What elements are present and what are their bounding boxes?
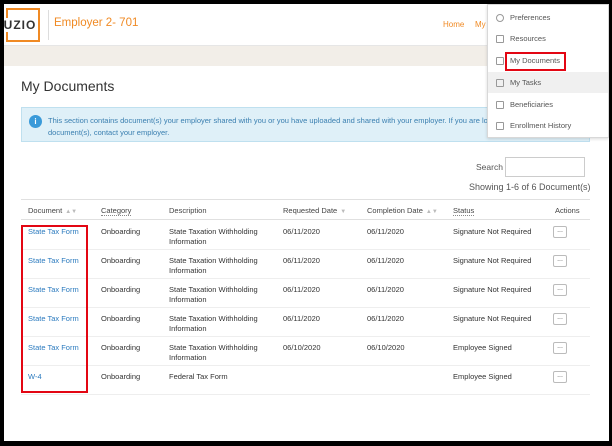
table-row: State Tax Form Onboarding State Taxation… (21, 279, 590, 308)
requested-date-cell: 06/11/2020 (283, 314, 320, 323)
menu-item-label: Beneficiaries (510, 100, 553, 109)
menu-item-beneficiaries[interactable]: Beneficiaries (488, 94, 608, 115)
nav-my-menu[interactable]: My (475, 20, 486, 29)
row-actions-button[interactable]: ... (553, 342, 567, 354)
row-actions-button[interactable]: ... (553, 371, 567, 383)
completion-date-cell: 06/10/2020 (367, 343, 405, 352)
uzio-logo[interactable]: UZIO (4, 8, 40, 42)
requested-date-cell: 06/10/2020 (283, 343, 321, 352)
status-cell: Signature Not Required (453, 256, 532, 265)
completion-date-cell: 06/11/2020 (367, 256, 404, 265)
col-requested-header[interactable]: Requested Date ▼ (283, 206, 346, 215)
lightbulb-icon: i (29, 115, 42, 128)
showing-count: Showing 1-6 of 6 Document(s) (469, 182, 591, 192)
menu-item-label: Preferences (510, 13, 551, 22)
document-column-highlight (21, 225, 88, 393)
description-cell: State Taxation Withholding Information (169, 285, 258, 304)
info-text-line1: This section contains document(s) your e… (48, 116, 492, 125)
category-cell: Onboarding (101, 343, 141, 352)
search-input[interactable] (505, 157, 585, 177)
document-search-icon (496, 56, 504, 65)
table-row: State Tax Form Onboarding State Taxation… (21, 221, 590, 250)
status-cell: Employee Signed (453, 343, 512, 352)
col-category-header[interactable]: Category (101, 206, 132, 216)
description-cell: State Taxation Withholding Information (169, 227, 258, 246)
search-label: Search (476, 162, 503, 172)
table-row: State Tax Form Onboarding State Taxation… (21, 250, 590, 279)
category-cell: Onboarding (101, 256, 141, 265)
menu-item-label: Resources (510, 34, 546, 43)
my-documents-highlight (505, 52, 566, 71)
page-title: My Documents (21, 78, 115, 94)
menu-item-my-tasks[interactable]: My Tasks (488, 72, 608, 93)
my-menu-dropdown: Preferences Resources My Documents My Ta… (487, 4, 609, 138)
status-cell: Signature Not Required (453, 227, 532, 236)
completion-date-cell: 06/11/2020 (367, 314, 404, 323)
table-row: State Tax Form Onboarding State Taxation… (21, 337, 590, 366)
document-icon (496, 121, 504, 130)
document-icon (496, 100, 504, 109)
status-cell: Employee Signed (453, 372, 512, 381)
description-cell: State Taxation Withholding Information (169, 343, 258, 362)
status-cell: Signature Not Required (453, 314, 532, 323)
description-cell: State Taxation Withholding Information (169, 314, 258, 333)
status-cell: Signature Not Required (453, 285, 532, 294)
checklist-icon (496, 78, 504, 87)
employer-name: Employer 2- 701 (54, 17, 139, 29)
app-window: UZIO Employer 2- 701 Home My Preferences… (4, 4, 609, 441)
document-icon (496, 34, 504, 43)
menu-item-label: My Tasks (510, 78, 542, 87)
col-status-header[interactable]: Status (453, 206, 475, 216)
col-completion-header[interactable]: Completion Date ▲▼ (367, 206, 438, 215)
col-document-header[interactable]: Document ▲▼ (28, 206, 77, 215)
col-actions-header: Actions (555, 206, 580, 215)
sort-icon: ▲▼ (65, 209, 78, 215)
menu-item-preferences[interactable]: Preferences (488, 7, 608, 28)
table-header: Document ▲▼ Category Description Requeste… (21, 199, 590, 220)
category-cell: Onboarding (101, 227, 141, 236)
requested-date-cell: 06/11/2020 (283, 227, 320, 236)
description-cell: Federal Tax Form (169, 372, 228, 381)
logo-text: UZIO (4, 18, 38, 32)
description-cell: State Taxation Withholding Information (169, 256, 258, 275)
menu-item-enrollment-history[interactable]: Enrollment History (488, 115, 608, 136)
col-description-header: Description (169, 206, 207, 215)
row-actions-button[interactable]: ... (553, 255, 567, 267)
row-actions-button[interactable]: ... (553, 313, 567, 325)
table-row: State Tax Form Onboarding State Taxation… (21, 308, 590, 337)
row-actions-button[interactable]: ... (553, 284, 567, 296)
sort-icon: ▼ (340, 209, 347, 215)
nav-home-link[interactable]: Home (443, 20, 464, 29)
category-cell: Onboarding (101, 285, 141, 294)
menu-item-resources[interactable]: Resources (488, 28, 608, 49)
gear-icon (496, 13, 504, 22)
category-cell: Onboarding (101, 314, 141, 323)
info-text-line2: document(s), contact your employer. (48, 128, 170, 137)
sort-icon: ▲▼ (425, 209, 438, 215)
completion-date-cell: 06/11/2020 (367, 285, 404, 294)
completion-date-cell: 06/11/2020 (367, 227, 404, 236)
requested-date-cell: 06/11/2020 (283, 256, 320, 265)
requested-date-cell: 06/11/2020 (283, 285, 320, 294)
table-row: W-4 Onboarding Federal Tax Form Employee… (21, 366, 590, 395)
menu-item-label: Enrollment History (510, 121, 572, 130)
header-divider (48, 10, 49, 40)
row-actions-button[interactable]: ... (553, 226, 567, 238)
category-cell: Onboarding (101, 372, 141, 381)
